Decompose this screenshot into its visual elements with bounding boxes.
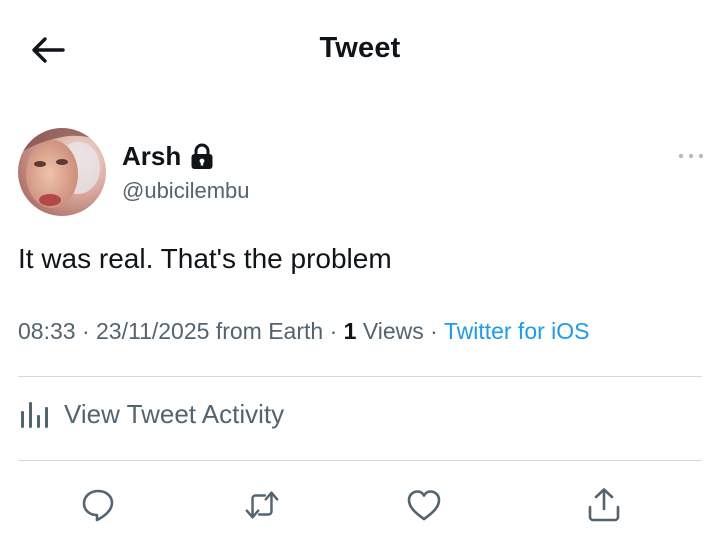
view-tweet-activity-label: View Tweet Activity	[64, 398, 285, 429]
retweet-icon	[245, 491, 279, 519]
share-icon	[588, 488, 620, 522]
author-name-row: Arsh	[122, 141, 214, 172]
reply-button[interactable]	[80, 487, 116, 523]
views-label: Views	[362, 318, 424, 344]
retweet-button[interactable]	[244, 487, 280, 523]
avatar-image	[18, 128, 106, 216]
author-display-name[interactable]: Arsh	[122, 141, 181, 172]
like-button[interactable]	[406, 487, 442, 523]
tweet-date[interactable]: 23/11/2025	[96, 318, 209, 344]
divider	[18, 376, 702, 377]
tweet-client-link[interactable]: Twitter for iOS	[444, 318, 590, 344]
tweet-location: from Earth	[215, 318, 324, 344]
share-button[interactable]	[586, 487, 622, 523]
view-tweet-activity-button[interactable]: View Tweet Activity	[18, 398, 284, 430]
divider	[18, 460, 702, 461]
views-count: 1	[343, 318, 357, 344]
tweet-metadata: 08:33 · 23/11/2025 from Earth · 1 Views …	[18, 318, 590, 345]
tweet-time[interactable]: 08:33	[18, 318, 76, 344]
page-title: Tweet	[319, 32, 401, 64]
tweet-text: It was real. That's the problem	[18, 243, 392, 274]
reply-icon	[82, 489, 114, 522]
author-handle[interactable]: @ubicilembu	[122, 178, 250, 204]
lock-icon	[191, 143, 213, 169]
bar-chart-icon	[21, 402, 48, 428]
more-options-button[interactable]	[676, 146, 706, 166]
more-horizontal-icon	[678, 153, 704, 159]
like-icon	[407, 490, 441, 521]
top-bar: Tweet	[0, 0, 720, 100]
separator: ·	[430, 318, 438, 344]
separator: ·	[329, 318, 338, 344]
avatar[interactable]	[18, 128, 106, 216]
separator: ·	[81, 318, 90, 344]
